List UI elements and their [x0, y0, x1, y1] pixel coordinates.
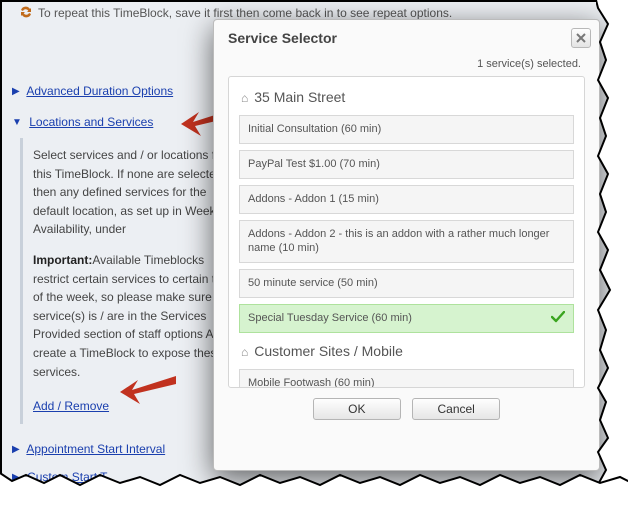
- service-selector-dialog: Service Selector 1 service(s) selected. …: [213, 19, 600, 471]
- advanced-duration-link[interactable]: Advanced Duration Options: [26, 84, 173, 98]
- chevron-down-icon: ▼: [12, 117, 22, 128]
- check-icon: [551, 311, 565, 328]
- close-icon: [576, 33, 586, 43]
- service-item-label: Special Tuesday Service (60 min): [248, 312, 412, 324]
- service-item[interactable]: PayPal Test $1.00 (70 min): [239, 150, 574, 179]
- location-heading: ⌂ 35 Main Street: [241, 89, 574, 105]
- service-item[interactable]: Addons - Addon 2 - this is an addon with…: [239, 220, 574, 264]
- locations-services-link[interactable]: Locations and Services: [29, 115, 153, 129]
- home-icon: ⌂: [241, 345, 248, 359]
- service-item-selected[interactable]: Special Tuesday Service (60 min): [239, 304, 574, 333]
- panel-important-label: Important:: [33, 253, 92, 267]
- chevron-right-icon: ▶: [12, 444, 20, 455]
- dialog-buttons: OK Cancel: [214, 388, 599, 420]
- home-icon: ⌂: [241, 91, 248, 105]
- location-name: 35 Main Street: [254, 89, 345, 105]
- cancel-button[interactable]: Cancel: [412, 398, 500, 420]
- accordion-custom-start[interactable]: ▶ Custom Start T: [12, 470, 108, 484]
- torn-edge-decoration: [596, 0, 628, 505]
- service-item[interactable]: Mobile Footwash (60 min): [239, 369, 574, 388]
- location-name: Customer Sites / Mobile: [254, 343, 403, 359]
- repeat-icon: [20, 6, 32, 18]
- ok-button[interactable]: OK: [313, 398, 401, 420]
- panel-paragraph-1: Select services and / or locations for t…: [33, 146, 243, 239]
- dialog-status: 1 service(s) selected.: [214, 48, 599, 76]
- panel-paragraph-2: Important:Available Timeblocks restrict …: [33, 251, 243, 381]
- panel-important-text: Available Timeblocks restrict certain se…: [33, 253, 240, 379]
- service-item[interactable]: Addons - Addon 1 (15 min): [239, 185, 574, 214]
- add-remove-link[interactable]: Add / Remove: [33, 399, 109, 413]
- dialog-title: Service Selector: [214, 20, 599, 48]
- service-item[interactable]: Initial Consultation (60 min): [239, 115, 574, 144]
- accordion-appointment-start[interactable]: ▶ Appointment Start Interval: [12, 442, 165, 456]
- custom-start-link[interactable]: Custom Start T: [27, 470, 107, 484]
- accordion-locations-services[interactable]: ▼ Locations and Services: [12, 115, 153, 129]
- appointment-start-link[interactable]: Appointment Start Interval: [26, 442, 165, 456]
- chevron-right-icon: ▶: [12, 86, 20, 97]
- dialog-body: ⌂ 35 Main Street Initial Consultation (60…: [228, 76, 585, 388]
- close-button[interactable]: [571, 28, 591, 48]
- repeat-hint-text: To repeat this TimeBlock, save it first …: [38, 6, 452, 20]
- service-item[interactable]: 50 minute service (50 min): [239, 269, 574, 298]
- chevron-right-icon: ▶: [12, 472, 20, 483]
- accordion-advanced-duration[interactable]: ▶ Advanced Duration Options: [12, 84, 173, 98]
- location-heading: ⌂ Customer Sites / Mobile: [241, 343, 574, 359]
